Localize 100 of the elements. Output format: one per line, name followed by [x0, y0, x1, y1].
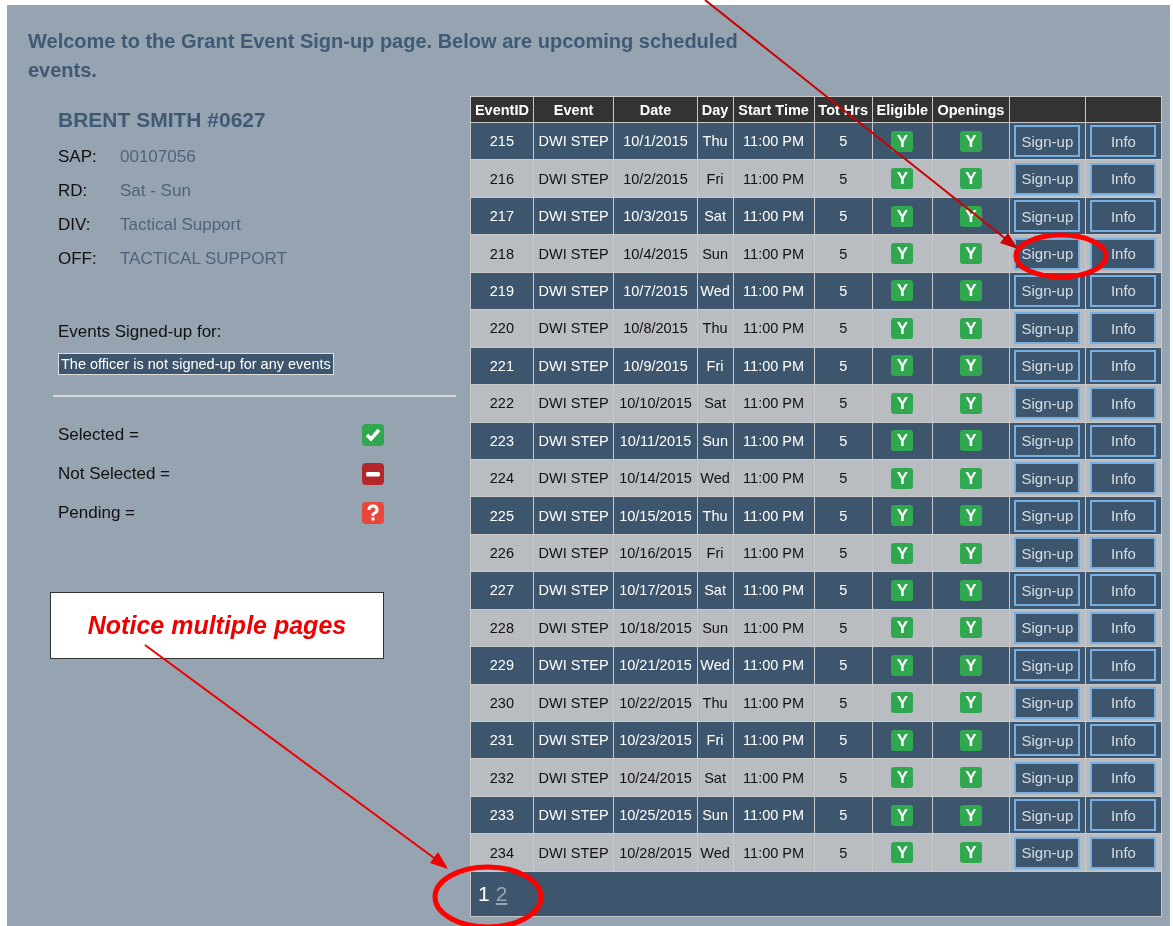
table-cell: 223 — [470, 422, 534, 460]
eligible-badge: Y — [891, 280, 914, 302]
table-cell: DWI STEP — [533, 459, 614, 497]
table-cell: 222 — [470, 384, 534, 422]
sign-up-button[interactable]: Sign-up — [1014, 424, 1081, 457]
info-button[interactable]: Info — [1090, 574, 1157, 607]
minus-icon — [362, 462, 384, 485]
table-cell: 11:00 PM — [733, 459, 815, 497]
openings-badge: Y — [959, 692, 982, 714]
info-button[interactable]: Info — [1090, 237, 1157, 270]
sign-up-button[interactable]: Sign-up — [1014, 200, 1081, 233]
info-button[interactable]: Info — [1090, 200, 1157, 233]
openings-badge: Y — [959, 430, 982, 452]
table-cell: Sun — [697, 234, 733, 273]
eligible-badge: Y — [891, 804, 914, 826]
signed-up-label: Events Signed-up for: — [58, 322, 223, 342]
table-cell: Sat — [697, 571, 733, 610]
sign-up-button[interactable]: Sign-up — [1014, 537, 1081, 570]
table-cell: 5 — [814, 197, 873, 235]
table-cell: 10/28/2015 — [613, 833, 698, 872]
table-cell: 11:00 PM — [733, 684, 815, 722]
column-header: Start Time — [733, 96, 815, 123]
openings-badge: Y — [959, 767, 982, 789]
table-cell: 11:00 PM — [733, 609, 815, 647]
table-cell: DWI STEP — [533, 234, 614, 273]
eligible-badge: Y — [891, 355, 914, 377]
info-button[interactable]: Info — [1090, 125, 1157, 158]
field-label: SAP: — [58, 147, 98, 167]
sign-up-button[interactable]: Sign-up — [1014, 649, 1081, 682]
table-cell: 230 — [470, 684, 534, 722]
info-button[interactable]: Info — [1090, 424, 1157, 457]
eligible-badge: Y — [891, 654, 914, 676]
table-cell: 216 — [470, 159, 534, 198]
table-cell: 10/9/2015 — [613, 347, 698, 385]
info-button[interactable]: Info — [1090, 312, 1157, 345]
table-cell: 5 — [814, 384, 873, 422]
sign-up-button[interactable]: Sign-up — [1014, 125, 1081, 158]
table-cell: 5 — [814, 609, 873, 647]
table-cell: DWI STEP — [533, 571, 614, 610]
sign-up-button[interactable]: Sign-up — [1014, 162, 1081, 195]
table-cell: 11:00 PM — [733, 309, 815, 348]
table-cell: DWI STEP — [533, 646, 614, 685]
table-cell: 11:00 PM — [733, 347, 815, 385]
sign-up-button[interactable]: Sign-up — [1014, 761, 1081, 794]
sign-up-button[interactable]: Sign-up — [1014, 836, 1081, 869]
sign-up-button[interactable]: Sign-up — [1014, 686, 1081, 719]
column-header: Openings — [932, 96, 1010, 123]
info-button[interactable]: Info — [1090, 349, 1157, 382]
table-cell: Sat — [697, 384, 733, 422]
sign-up-button[interactable]: Sign-up — [1014, 462, 1081, 495]
table-cell: Thu — [697, 496, 733, 535]
table-cell: 11:00 PM — [733, 122, 815, 160]
info-button[interactable]: Info — [1090, 499, 1157, 532]
table-cell: 232 — [470, 758, 534, 797]
info-button[interactable]: Info — [1090, 686, 1157, 719]
table-cell: 224 — [470, 459, 534, 497]
column-header: EventID — [470, 96, 534, 123]
info-button[interactable]: Info — [1090, 611, 1157, 644]
table-cell: 10/24/2015 — [613, 758, 698, 797]
info-button[interactable]: Info — [1090, 462, 1157, 495]
info-button[interactable]: Info — [1090, 836, 1157, 869]
sign-up-button[interactable]: Sign-up — [1014, 312, 1081, 345]
info-button[interactable]: Info — [1090, 761, 1157, 794]
table-cell: DWI STEP — [533, 122, 614, 160]
sign-up-button[interactable]: Sign-up — [1014, 724, 1081, 757]
table-cell: DWI STEP — [533, 684, 614, 722]
openings-badge: Y — [959, 355, 982, 377]
page-link[interactable]: 2 — [495, 881, 508, 906]
sign-up-button[interactable]: Sign-up — [1014, 499, 1081, 532]
table-cell: 5 — [814, 459, 873, 497]
legend-label: Pending = — [58, 502, 136, 523]
openings-badge: Y — [959, 243, 982, 265]
info-button[interactable]: Info — [1090, 387, 1157, 420]
sign-up-button[interactable]: Sign-up — [1014, 574, 1081, 607]
sign-up-button[interactable]: Sign-up — [1014, 611, 1081, 644]
table-cell: 229 — [470, 646, 534, 685]
field-value: 00107056 — [120, 147, 196, 167]
field-label: OFF: — [58, 249, 98, 269]
sign-up-button[interactable]: Sign-up — [1014, 387, 1081, 420]
sign-up-button[interactable]: Sign-up — [1014, 349, 1081, 382]
info-button[interactable]: Info — [1090, 649, 1157, 682]
table-cell: Fri — [697, 534, 733, 572]
eligible-badge: Y — [891, 205, 914, 227]
table-cell: DWI STEP — [533, 422, 614, 460]
table-cell: 10/2/2015 — [613, 159, 698, 198]
info-button[interactable]: Info — [1090, 537, 1157, 570]
page-link[interactable]: 1 — [478, 881, 490, 906]
eligible-badge: Y — [891, 505, 914, 527]
info-button[interactable]: Info — [1090, 162, 1157, 195]
table-cell: DWI STEP — [533, 496, 614, 535]
table-cell: 233 — [470, 796, 534, 834]
table-cell: 11:00 PM — [733, 534, 815, 572]
table-cell: 5 — [814, 159, 873, 198]
table-cell: 11:00 PM — [733, 758, 815, 797]
table-cell: Wed — [697, 272, 733, 310]
info-button[interactable]: Info — [1090, 799, 1157, 832]
eligible-badge: Y — [891, 729, 914, 751]
info-button[interactable]: Info — [1090, 724, 1157, 757]
info-button[interactable]: Info — [1090, 274, 1157, 307]
sign-up-button[interactable]: Sign-up — [1014, 799, 1081, 832]
